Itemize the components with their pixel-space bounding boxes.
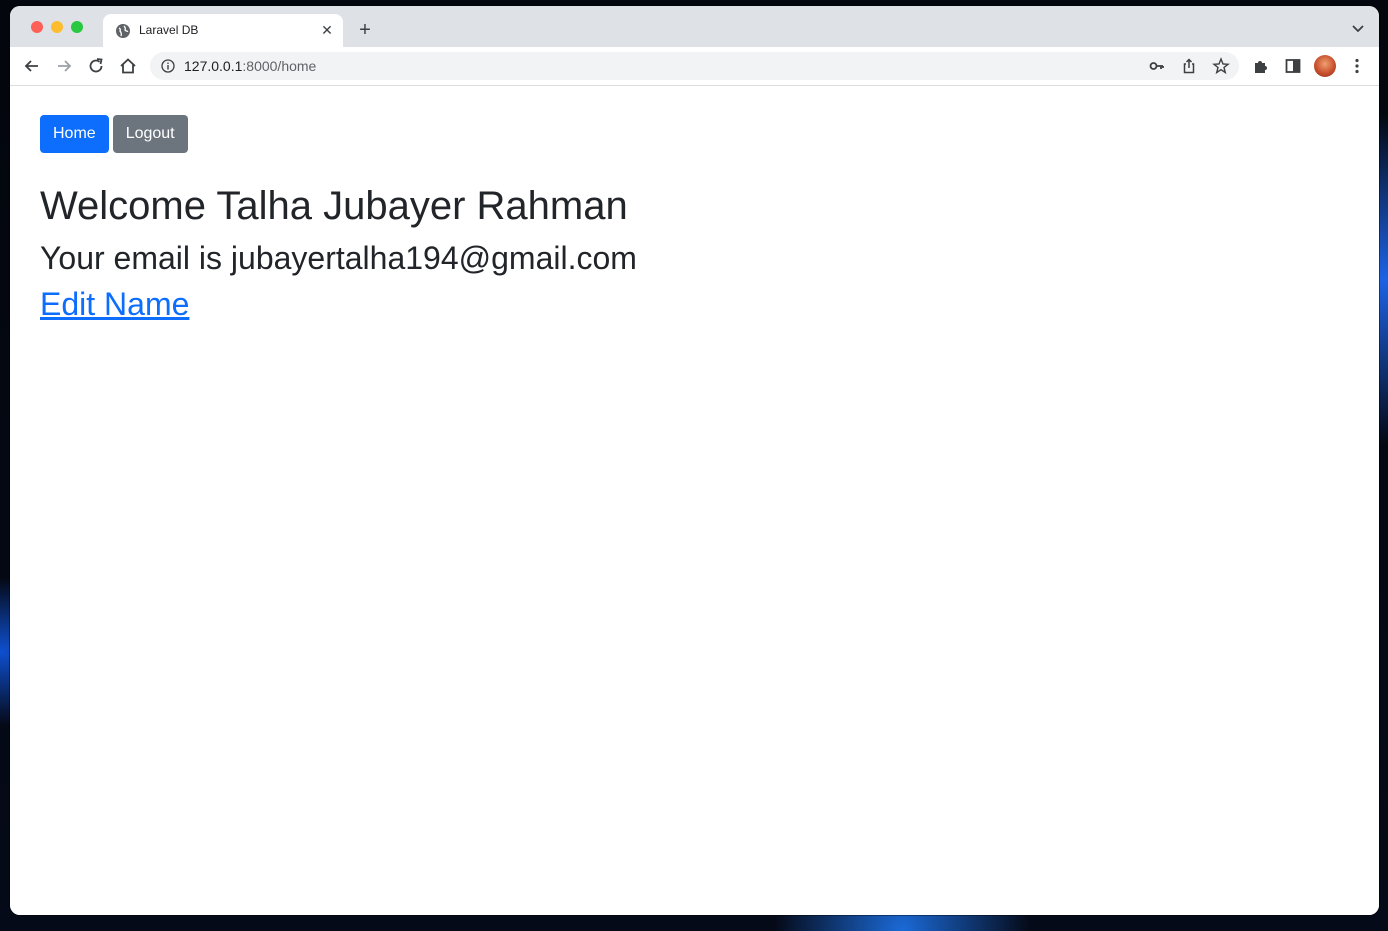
browser-toolbar: 127.0.0.1:8000/home <box>10 47 1379 86</box>
home-icon[interactable] <box>118 56 138 76</box>
window-minimize-button[interactable] <box>51 21 63 33</box>
globe-icon <box>116 24 130 38</box>
forward-arrow-icon[interactable] <box>54 56 74 76</box>
edit-name-link[interactable]: Edit Name <box>40 286 189 323</box>
browser-tab[interactable]: Laravel DB ✕ <box>103 14 343 47</box>
url-path: :8000/home <box>242 58 317 74</box>
email-text: Your email is jubayertalha194@gmail.com <box>40 240 637 276</box>
tab-strip: Laravel DB ✕ + <box>10 6 1379 47</box>
tab-close-icon[interactable]: ✕ <box>319 22 335 38</box>
window-maximize-button[interactable] <box>71 21 83 33</box>
home-button[interactable]: Home <box>40 115 109 153</box>
profile-avatar[interactable] <box>1314 55 1336 77</box>
welcome-heading: Welcome Talha Jubayer Rahman <box>40 184 628 228</box>
extensions-puzzle-icon[interactable] <box>1251 56 1271 76</box>
logout-button[interactable]: Logout <box>112 115 188 153</box>
nav-buttons: Home Logout <box>40 115 188 153</box>
url-text: 127.0.0.1:8000/home <box>184 58 316 74</box>
tab-title: Laravel DB <box>139 23 199 37</box>
window-close-button[interactable] <box>31 21 43 33</box>
page-content: Home Logout Welcome Talha Jubayer Rahman… <box>10 86 1379 915</box>
side-panel-icon[interactable] <box>1283 56 1303 76</box>
more-menu-icon[interactable] <box>1347 56 1367 76</box>
new-tab-icon[interactable]: + <box>353 19 377 43</box>
address-bar[interactable]: 127.0.0.1:8000/home <box>150 52 1239 80</box>
star-icon[interactable] <box>1212 57 1230 75</box>
tab-search-chevron-icon[interactable] <box>1351 22 1365 34</box>
url-host: 127.0.0.1 <box>184 58 243 74</box>
back-arrow-icon[interactable] <box>22 56 42 76</box>
share-icon[interactable] <box>1180 57 1198 75</box>
site-info-icon[interactable] <box>161 59 175 73</box>
key-icon[interactable] <box>1148 57 1166 75</box>
browser-window: Laravel DB ✕ + 127.0.0.1:8000/home Home … <box>10 6 1379 915</box>
reload-icon[interactable] <box>86 56 106 76</box>
